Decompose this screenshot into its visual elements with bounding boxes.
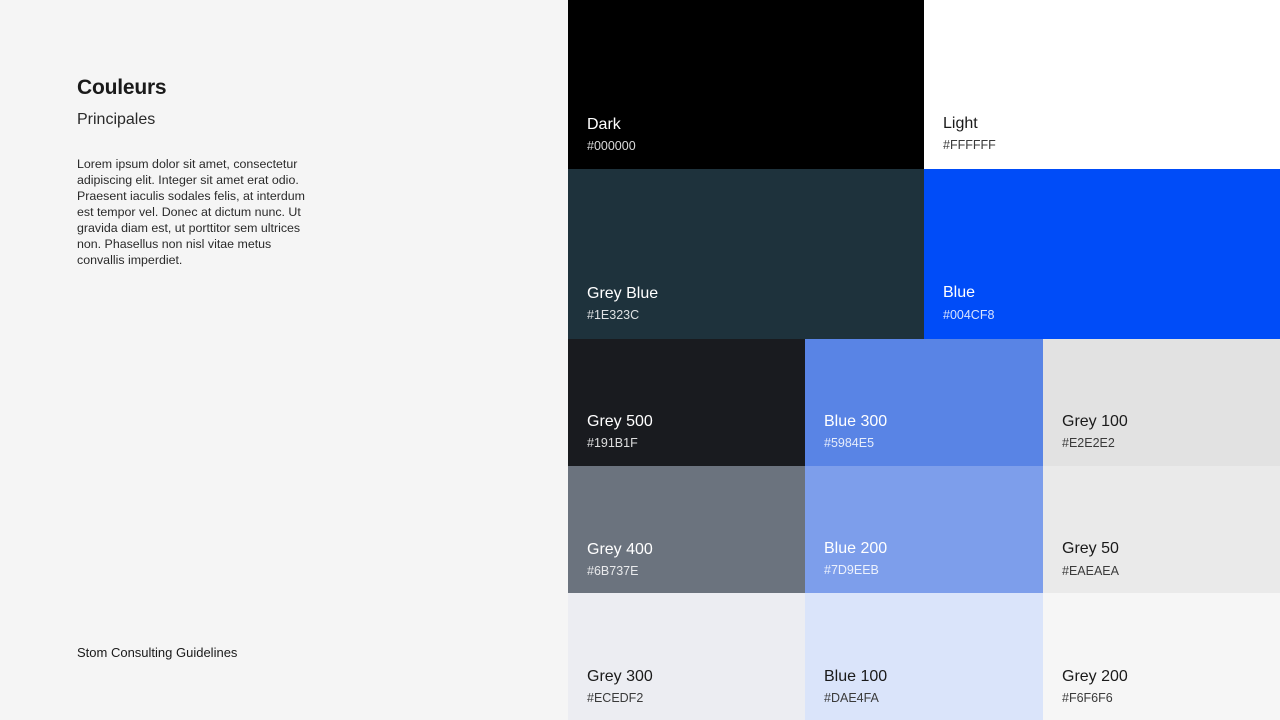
- swatch-hex: #DAE4FA: [824, 691, 879, 705]
- swatch-hex: #F6F6F6: [1062, 691, 1113, 705]
- swatch-blue: Blue #004CF8: [924, 169, 1280, 339]
- swatch-name: Blue 100: [824, 668, 888, 685]
- color-guidelines-page: Couleurs Principales Lorem ipsum dolor s…: [0, 0, 1280, 720]
- swatch-blue-200: Blue 200 #7D9EEB: [805, 466, 1043, 593]
- swatch-grey-300: Grey 300 #ECEDF2: [568, 593, 805, 720]
- swatch-hex: #E2E2E2: [1062, 436, 1115, 450]
- swatch-name: Light: [943, 115, 978, 132]
- swatch-hex: #004CF8: [943, 308, 995, 322]
- swatch-blue-300: Blue 300 #5984E5: [805, 339, 1043, 466]
- swatch-grey-50: Grey 50 #EAEAEA: [1043, 466, 1280, 593]
- page-subtitle: Principales: [77, 111, 156, 128]
- swatch-hex: #5984E5: [824, 436, 875, 450]
- info-panel: Couleurs Principales Lorem ipsum dolor s…: [0, 0, 568, 720]
- swatch-hex: #FFFFFF: [943, 138, 996, 152]
- swatch-name: Grey 100: [1062, 413, 1128, 430]
- page-title: Couleurs: [77, 76, 167, 99]
- swatch-light: Light #FFFFFF: [924, 0, 1280, 169]
- description-text: Lorem ipsum dolor sit amet, consectetur …: [77, 157, 305, 267]
- swatch-hex: #ECEDF2: [587, 691, 644, 705]
- swatch-name: Dark: [587, 116, 621, 133]
- swatch-hex: #7D9EEB: [824, 563, 879, 577]
- swatch-grey-100: Grey 100 #E2E2E2: [1043, 339, 1280, 466]
- swatch-hex: #6B737E: [587, 564, 639, 578]
- swatch-name: Grey 300: [587, 668, 653, 685]
- swatch-name: Blue 300: [824, 413, 888, 430]
- swatch-grey-200: Grey 200 #F6F6F6: [1043, 593, 1280, 720]
- swatch-hex: #1E323C: [587, 308, 640, 322]
- swatch-name: Blue 200: [824, 540, 888, 557]
- swatch-grey-blue: Grey Blue #1E323C: [568, 169, 924, 339]
- footer-brand: Stom Consulting Guidelines: [77, 645, 238, 660]
- swatch-hex: #EAEAEA: [1062, 564, 1119, 578]
- swatch-grey-400: Grey 400 #6B737E: [568, 466, 805, 593]
- swatch-name: Grey 500: [587, 413, 653, 430]
- swatch-name: Grey 200: [1062, 668, 1128, 685]
- swatch-name: Grey 50: [1062, 540, 1119, 557]
- swatch-hex: #191B1F: [587, 436, 638, 450]
- swatch-name: Grey Blue: [587, 285, 659, 302]
- swatch-grey-500: Grey 500 #191B1F: [568, 339, 805, 466]
- swatch-blue-100: Blue 100 #DAE4FA: [805, 593, 1043, 720]
- swatch-name: Grey 400: [587, 541, 653, 558]
- swatch-name: Blue: [943, 284, 976, 301]
- swatch-dark: Dark #000000: [568, 0, 924, 169]
- swatch-hex: #000000: [587, 139, 636, 153]
